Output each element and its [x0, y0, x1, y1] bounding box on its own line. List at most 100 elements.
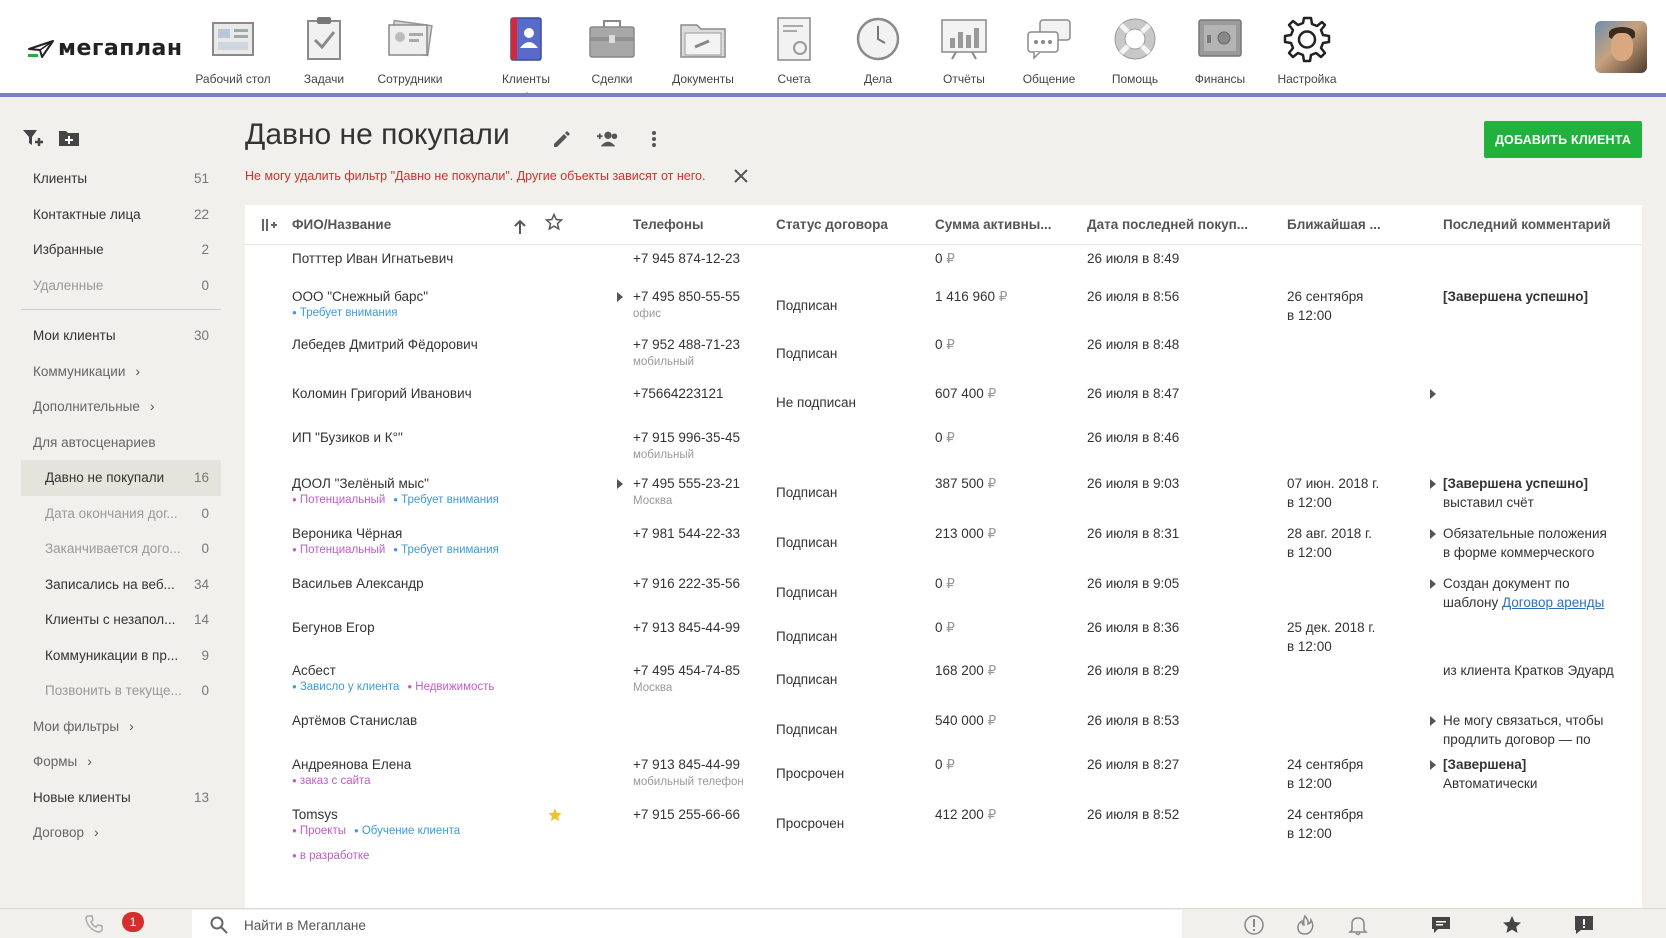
nav-help[interactable]: Помощь: [1090, 10, 1180, 86]
nav-employees[interactable]: Сотрудники: [365, 10, 455, 86]
expand-arrow-icon[interactable]: [1430, 760, 1436, 770]
client-phone[interactable]: +75664223121: [633, 384, 723, 403]
nav-documents[interactable]: Документы: [658, 10, 748, 86]
client-name[interactable]: Коломин Григорий Иванович: [292, 384, 472, 403]
call-count-badge[interactable]: 1: [122, 912, 144, 932]
client-name[interactable]: ООО "Снежный барс": [292, 287, 428, 306]
add-client-button[interactable]: ДОБАВИТЬ КЛИЕНТА: [1484, 121, 1642, 158]
sidebar-item-new-clients[interactable]: Новые клиенты 13: [21, 780, 221, 816]
client-comment[interactable]: [Завершена успешно] выставил счёт: [1443, 474, 1588, 512]
expand-arrow-icon[interactable]: [617, 292, 623, 302]
sidebar-item-communications-in-progress[interactable]: Коммуникации в пр... 9: [21, 638, 221, 674]
client-name[interactable]: Асбест: [292, 661, 336, 680]
tag-projects[interactable]: Проекты: [292, 825, 346, 837]
nav-desktop[interactable]: Рабочий стол: [188, 10, 278, 86]
sidebar-item-my-filters[interactable]: Мои фильтры ›: [21, 709, 221, 745]
client-phone[interactable]: +7 916 222-35-56: [633, 574, 740, 593]
tag-needs-attention[interactable]: Требует внимания: [393, 544, 499, 556]
star-outline-icon[interactable]: [545, 213, 563, 231]
tag-in-development[interactable]: в разработке: [292, 850, 369, 862]
nav-reports[interactable]: Отчёты: [919, 10, 1009, 86]
close-icon[interactable]: [733, 168, 749, 184]
client-comment[interactable]: Создан документ по шаблону Договор аренды: [1443, 574, 1604, 612]
header-sum[interactable]: Сумма активны...: [935, 217, 1052, 232]
client-phone[interactable]: +7 913 845-44-99: [633, 618, 740, 637]
search-input[interactable]: [244, 914, 1144, 936]
client-comment[interactable]: [Завершена успешно]: [1443, 287, 1588, 306]
contract-link[interactable]: Договор аренды: [1502, 595, 1604, 610]
expand-arrow-icon[interactable]: [1430, 716, 1436, 726]
client-name[interactable]: Бегунов Егор: [292, 618, 375, 637]
nav-clients[interactable]: Клиенты: [481, 10, 571, 97]
sidebar-item-long-no-purchase[interactable]: Давно не покупали 16: [21, 460, 221, 496]
phone-icon[interactable]: [84, 914, 104, 934]
edit-filter-button[interactable]: [550, 127, 574, 151]
client-comment[interactable]: Не могу связаться, чтобы продлить договор…: [1443, 711, 1604, 749]
nav-chat[interactable]: Общение: [1004, 10, 1094, 86]
nav-settings[interactable]: Настройка: [1262, 10, 1352, 86]
client-comment[interactable]: [Завершена] Автоматически: [1443, 755, 1537, 793]
client-phone[interactable]: +7 915 996-35-45 мобильный: [633, 428, 740, 463]
tag-potential[interactable]: Потенциальный: [292, 544, 385, 556]
sort-ascending-icon[interactable]: [511, 218, 529, 236]
sidebar-item-forms[interactable]: Формы ›: [21, 744, 221, 780]
global-search[interactable]: [192, 910, 1182, 938]
more-options-button[interactable]: [642, 127, 666, 151]
tag-potential[interactable]: Потенциальный: [292, 494, 385, 506]
header-status[interactable]: Статус договора: [776, 217, 888, 232]
sidebar-item-contract-ending[interactable]: Заканчивается дого... 0: [21, 531, 221, 567]
sidebar-item-contract-end-date[interactable]: Дата окончания дог... 0: [21, 496, 221, 532]
tag-client-training[interactable]: Обучение клиента: [354, 825, 460, 837]
client-comment[interactable]: из клиента Кратков Эдуард: [1443, 661, 1614, 680]
star-filled-icon[interactable]: [547, 807, 563, 823]
column-settings-icon[interactable]: [260, 216, 278, 234]
sidebar-item-incomplete-clients[interactable]: Клиенты с незапол... 14: [21, 602, 221, 638]
expand-arrow-icon[interactable]: [1430, 529, 1436, 539]
nav-invoices[interactable]: Счета: [749, 10, 839, 86]
header-phones[interactable]: Телефоны: [633, 217, 704, 232]
header-comment[interactable]: Последний комментарий: [1443, 217, 1611, 232]
client-phone[interactable]: +7 952 488-71-23 мобильный: [633, 335, 740, 370]
client-name[interactable]: Потттер Иван Игнатьевич: [292, 249, 453, 268]
client-name[interactable]: Артёмов Станислав: [292, 711, 417, 730]
client-comment[interactable]: Обязательные положения в форме коммерческ…: [1443, 524, 1607, 562]
client-phone[interactable]: +7 915 255-66-66: [633, 805, 740, 824]
expand-arrow-icon[interactable]: [1430, 579, 1436, 589]
header-next[interactable]: Ближайшая ...: [1287, 217, 1381, 232]
alert-circle-icon[interactable]: [1243, 914, 1265, 936]
sidebar-item-clients[interactable]: Клиенты 51: [21, 161, 221, 197]
tag-real-estate[interactable]: Недвижимость: [407, 681, 494, 693]
client-name[interactable]: ДООЛ "Зелёный мыс": [292, 474, 429, 493]
client-name[interactable]: Вероника Чёрная: [292, 524, 402, 543]
tag-needs-attention[interactable]: Требует внимания: [393, 494, 499, 506]
sidebar-item-webinar[interactable]: Записались на веб... 34: [21, 567, 221, 603]
sidebar-item-contract[interactable]: Договор ›: [21, 815, 221, 851]
nav-deals[interactable]: Сделки: [567, 10, 657, 86]
header-last-purchase[interactable]: Дата последней покуп...: [1087, 217, 1248, 232]
client-phone[interactable]: +7 981 544-22-33: [633, 524, 740, 543]
expand-arrow-icon[interactable]: [1430, 389, 1436, 399]
sidebar-item-communications[interactable]: Коммуникации ›: [21, 354, 221, 390]
sidebar-item-autoscenarios[interactable]: Для автосценариев: [21, 425, 221, 461]
client-phone[interactable]: +7 495 454-74-85 Москва: [633, 661, 740, 696]
tag-depends-on-client[interactable]: Зависло у клиента: [292, 681, 399, 693]
star-icon[interactable]: [1501, 914, 1523, 936]
tag-needs-attention[interactable]: Требует внимания: [292, 307, 398, 319]
client-phone[interactable]: +7 913 845-44-99 мобильный телефон: [633, 755, 744, 790]
header-name[interactable]: ФИО/Название: [292, 217, 391, 232]
client-phone[interactable]: +7 495 850-55-55 офис: [633, 287, 740, 322]
client-name[interactable]: Tomsys: [292, 805, 338, 824]
fire-icon[interactable]: [1294, 914, 1316, 936]
add-filter-icon[interactable]: [22, 127, 44, 149]
expand-arrow-icon[interactable]: [1430, 479, 1436, 489]
megaplan-logo[interactable]: мегаплан: [28, 36, 183, 61]
sidebar-item-deleted[interactable]: Удаленные 0: [21, 268, 221, 304]
nav-finance[interactable]: Финансы: [1175, 10, 1265, 86]
tag-site-order[interactable]: заказ с сайта: [292, 775, 371, 787]
client-phone[interactable]: +7 495 555-23-21 Москва: [633, 474, 740, 509]
bell-icon[interactable]: [1347, 914, 1369, 936]
feedback-icon[interactable]: [1573, 914, 1595, 936]
sidebar-item-call-current[interactable]: Позвонить в текуще... 0: [21, 673, 221, 709]
message-icon[interactable]: [1430, 914, 1452, 936]
client-phone[interactable]: +7 945 874-12-23: [633, 249, 740, 268]
